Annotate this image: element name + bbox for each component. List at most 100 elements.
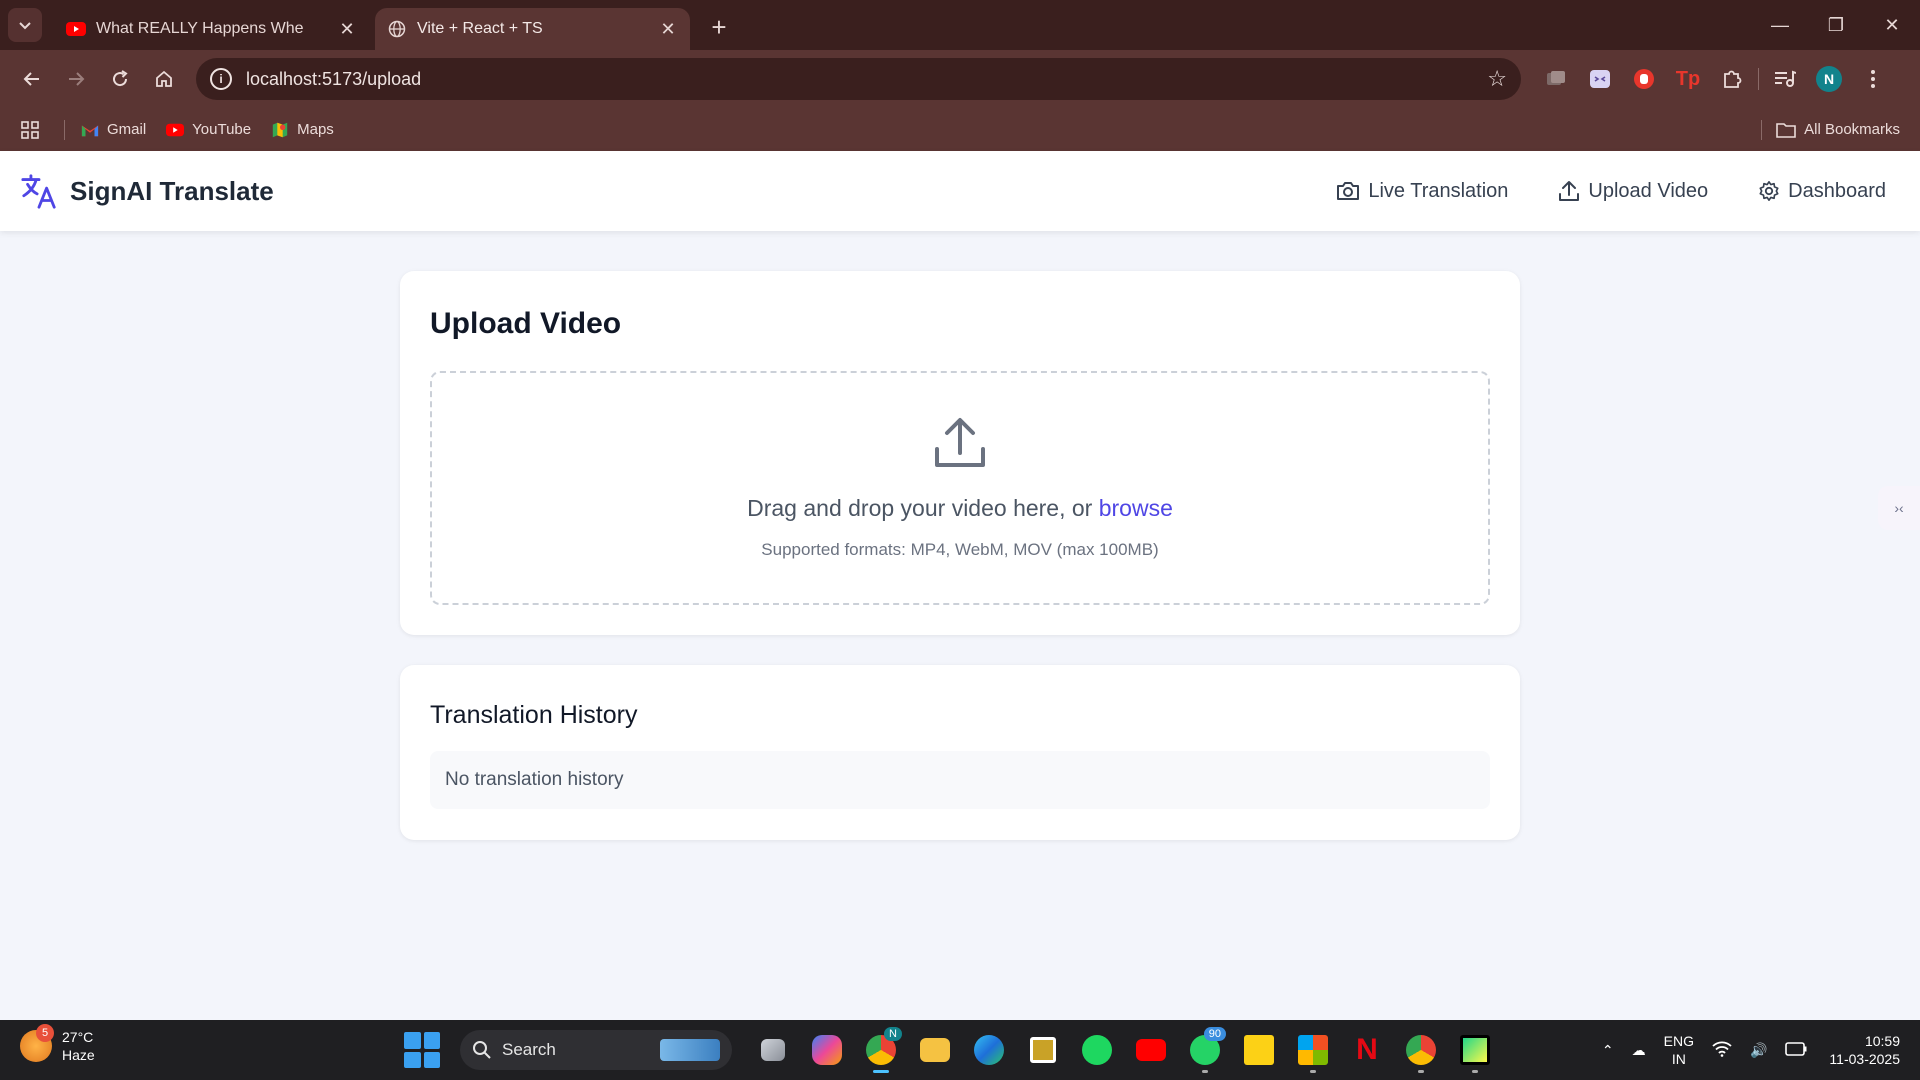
windows-start-icon[interactable] [404, 1032, 440, 1068]
wifi-icon[interactable] [1712, 1041, 1732, 1060]
bookmarks-bar: Gmail YouTube Maps All Bookmarks [0, 108, 1920, 151]
back-button[interactable] [12, 59, 52, 99]
spotify-icon[interactable] [1070, 1023, 1124, 1077]
arrow-left-icon [23, 72, 39, 86]
extensions-row: Tp N [1534, 50, 1895, 108]
extension-cat-icon: ›‹ [1894, 500, 1904, 516]
weather-badge: 5 [36, 1024, 54, 1042]
nav-upload-video[interactable]: Upload Video [1558, 180, 1708, 203]
youtube-icon[interactable] [1124, 1023, 1178, 1077]
taskbar-apps: Search N 90 N [404, 1020, 1502, 1080]
running-indicator [1310, 1070, 1316, 1073]
minimize-icon[interactable]: — [1752, 0, 1808, 50]
media-control-icon[interactable] [1763, 59, 1807, 99]
tab-search-button[interactable] [8, 8, 42, 42]
restore-icon[interactable]: ❐ [1808, 0, 1864, 50]
brand-name: SignAI Translate [70, 175, 274, 206]
search-placeholder: Search [502, 1040, 556, 1059]
drop-text: Drag and drop your video here, or [747, 495, 1093, 521]
date: 11-03-2025 [1829, 1051, 1900, 1067]
task-view-icon[interactable] [746, 1023, 800, 1077]
browse-link[interactable]: browse [1099, 495, 1173, 521]
bookmark-maps[interactable]: Maps [271, 121, 334, 139]
extension-hand-icon[interactable] [1622, 59, 1666, 99]
tab-groups-icon[interactable] [1534, 59, 1578, 99]
nav-dashboard[interactable]: Dashboard [1758, 180, 1886, 203]
translate-icon [21, 174, 56, 209]
bookmark-label: Maps [297, 121, 334, 138]
video-dropzone[interactable]: Drag and drop your video here, or browse… [430, 371, 1490, 605]
tab-vite[interactable]: Vite + React + TS ✕ [375, 8, 690, 50]
side-extension-tab[interactable]: ›‹ [1878, 486, 1920, 530]
profile-button[interactable]: N [1807, 59, 1851, 99]
upload-icon [1559, 181, 1580, 201]
upload-card: Upload Video Drag and drop your video he… [400, 271, 1520, 635]
clock[interactable]: 10:59 11-03-2025 [1829, 1032, 1900, 1068]
history-card: Translation History No translation histo… [400, 665, 1520, 840]
lang-top: ENG [1663, 1033, 1694, 1049]
all-bookmarks-button[interactable]: All Bookmarks [1761, 108, 1900, 151]
browser-toolbar: i localhost:5173/upload ☆ Tp N [0, 50, 1920, 108]
bookmark-star-icon[interactable]: ☆ [1487, 66, 1507, 92]
copilot-icon[interactable] [800, 1023, 854, 1077]
taskbar-search[interactable]: Search [460, 1030, 732, 1070]
extension-tp-icon[interactable]: Tp [1666, 59, 1710, 99]
site-info-icon[interactable]: i [210, 68, 232, 90]
chrome-icon[interactable]: N [854, 1023, 908, 1077]
page-title: Upload Video [430, 307, 622, 340]
windows-taskbar: 5 27°C Haze Search N 90 N ⌃ ☁ ENG IN 🔊 1… [0, 1020, 1920, 1080]
cloud-icon[interactable]: ☁ [1632, 1042, 1646, 1059]
weather-haze-icon: 5 [20, 1024, 54, 1062]
weather-widget[interactable]: 5 27°C Haze [20, 1024, 95, 1064]
extension-cat-icon[interactable] [1578, 59, 1622, 99]
chrome-alt-icon[interactable] [1394, 1023, 1448, 1077]
browser-menu-icon[interactable] [1851, 59, 1895, 99]
whatsapp-icon[interactable]: 90 [1178, 1023, 1232, 1077]
volume-icon[interactable]: 🔊 [1750, 1042, 1767, 1059]
address-bar[interactable]: i localhost:5173/upload ☆ [196, 58, 1521, 100]
nav-live-translation[interactable]: Live Translation [1336, 180, 1508, 203]
app-gallery-icon[interactable] [1016, 1023, 1070, 1077]
running-indicator [1202, 1070, 1208, 1073]
url-text[interactable]: localhost:5173/upload [246, 69, 1487, 90]
close-window-icon[interactable]: ✕ [1864, 0, 1920, 50]
tab-title: What REALLY Happens Whe [96, 20, 304, 37]
brand[interactable]: SignAI Translate [20, 172, 274, 210]
bookmark-youtube[interactable]: YouTube [166, 121, 251, 139]
apps-grid-button[interactable] [20, 120, 40, 140]
edge-icon[interactable] [962, 1023, 1016, 1077]
chevron-up-icon[interactable]: ⌃ [1602, 1042, 1614, 1059]
nav-label: Dashboard [1788, 179, 1886, 202]
pycharm-icon[interactable] [1448, 1023, 1502, 1077]
sticky-notes-icon[interactable] [1232, 1023, 1286, 1077]
tab-youtube[interactable]: What REALLY Happens Whe ✕ [54, 8, 369, 50]
app-navbar: SignAI Translate Live Translation Upload… [0, 151, 1920, 231]
folder-icon [1776, 122, 1796, 138]
tab-title: Vite + React + TS [417, 20, 543, 37]
running-indicator [1418, 1070, 1424, 1073]
forward-button[interactable] [56, 59, 96, 99]
home-icon [156, 70, 172, 87]
reload-button[interactable] [100, 59, 140, 99]
bookmark-gmail[interactable]: Gmail [81, 121, 146, 139]
camera-icon [1337, 182, 1360, 200]
new-tab-button[interactable]: + [702, 10, 736, 44]
battery-icon[interactable] [1785, 1041, 1807, 1059]
netflix-icon[interactable]: N [1340, 1023, 1394, 1077]
bookmarks-divider [1761, 119, 1763, 140]
extensions-puzzle-icon[interactable] [1710, 59, 1754, 99]
language-indicator[interactable]: ENG IN [1664, 1032, 1694, 1068]
close-tab-icon[interactable]: ✕ [658, 19, 678, 39]
window-controls: — ❐ ✕ [1752, 0, 1920, 50]
dropzone-instructions: Drag and drop your video here, or browse [747, 495, 1173, 522]
home-button[interactable] [144, 59, 184, 99]
apps-grid-icon [21, 120, 39, 139]
lang-bottom: IN [1671, 1051, 1686, 1067]
microsoft-store-icon[interactable] [1286, 1023, 1340, 1077]
close-tab-icon[interactable]: ✕ [337, 19, 357, 39]
arrow-right-icon [69, 72, 85, 86]
file-explorer-icon[interactable] [908, 1023, 962, 1077]
youtube-icon [166, 123, 185, 136]
reload-icon [113, 70, 128, 87]
whatsapp-badge: 90 [1203, 1027, 1226, 1041]
